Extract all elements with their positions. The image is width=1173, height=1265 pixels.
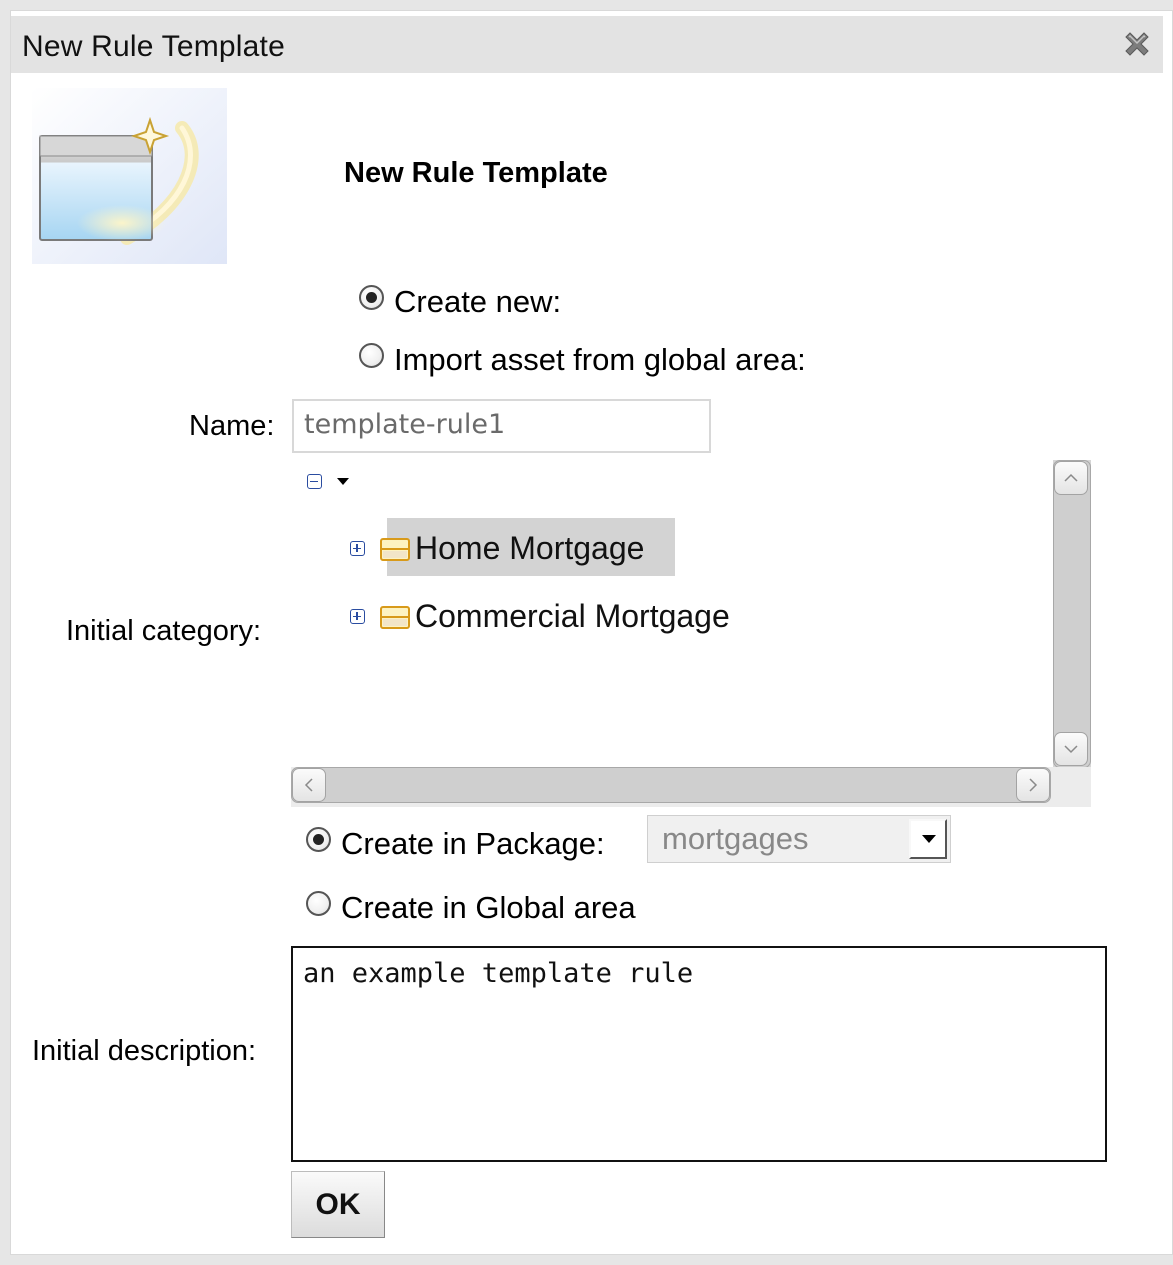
expand-plus-icon[interactable] — [350, 541, 365, 556]
scroll-left-button[interactable] — [292, 768, 326, 802]
scroll-down-button[interactable] — [1054, 732, 1088, 766]
category-folder-icon — [380, 537, 410, 561]
package-select-value: mortgages — [662, 821, 809, 856]
create-in-global-option[interactable]: Create in Global area — [306, 890, 636, 926]
close-icon — [1125, 32, 1149, 56]
collapse-minus-icon[interactable] — [307, 474, 322, 489]
create-in-global-radio[interactable] — [306, 890, 331, 916]
initial-description-label: Initial description: — [32, 1035, 257, 1067]
create-in-global-label: Create in Global area — [341, 890, 636, 925]
horizontal-scroll-track[interactable] — [291, 767, 1051, 803]
dialog-titlebar[interactable]: New Rule Template — [11, 16, 1163, 73]
name-input[interactable]: template-rule1 — [292, 399, 711, 453]
ok-button[interactable]: OK — [291, 1171, 385, 1238]
category-label: Commercial Mortgage — [415, 598, 730, 634]
tree-item-home-mortgage[interactable]: Home Mortgage — [350, 530, 644, 567]
create-new-label: Create new: — [394, 284, 562, 319]
tree-horizontal-scrollbar[interactable] — [291, 767, 1091, 807]
create-new-option[interactable]: Create new: — [359, 284, 561, 320]
vertical-scroll-track[interactable] — [1053, 460, 1091, 768]
create-in-package-label: Create in Package: — [341, 826, 605, 861]
dropdown-arrow-icon[interactable] — [909, 819, 947, 859]
new-window-wizard-icon — [32, 88, 227, 264]
category-label: Home Mortgage — [415, 530, 645, 566]
chevron-up-icon — [1064, 473, 1078, 482]
dialog-title: New Rule Template — [22, 30, 285, 63]
tree-item-commercial-mortgage[interactable]: Commercial Mortgage — [350, 598, 730, 635]
tree-vertical-scrollbar[interactable] — [1053, 460, 1091, 807]
tree-root[interactable] — [307, 474, 354, 489]
import-asset-radio[interactable] — [359, 342, 384, 368]
chevron-down-icon — [337, 477, 349, 485]
import-asset-option[interactable]: Import asset from global area: — [359, 342, 806, 378]
import-asset-label: Import asset from global area: — [394, 342, 806, 377]
package-select[interactable]: mortgages — [647, 815, 951, 863]
scroll-right-button[interactable] — [1016, 768, 1050, 802]
expand-plus-icon[interactable] — [350, 609, 365, 624]
wizard-heading: New Rule Template — [344, 157, 608, 189]
category-folder-icon — [380, 605, 410, 629]
description-textarea[interactable]: an example template rule — [291, 946, 1107, 1162]
chevron-left-icon — [304, 778, 313, 792]
scroll-up-button[interactable] — [1054, 461, 1088, 495]
create-in-package-radio[interactable] — [306, 826, 331, 852]
initial-category-label: Initial category: — [66, 615, 262, 647]
chevron-down-icon — [1064, 745, 1078, 754]
create-new-radio[interactable] — [359, 284, 384, 310]
create-in-package-option[interactable]: Create in Package: — [306, 826, 605, 862]
close-button[interactable] — [1119, 26, 1155, 62]
chevron-right-icon — [1029, 778, 1038, 792]
name-label: Name: — [189, 410, 275, 442]
